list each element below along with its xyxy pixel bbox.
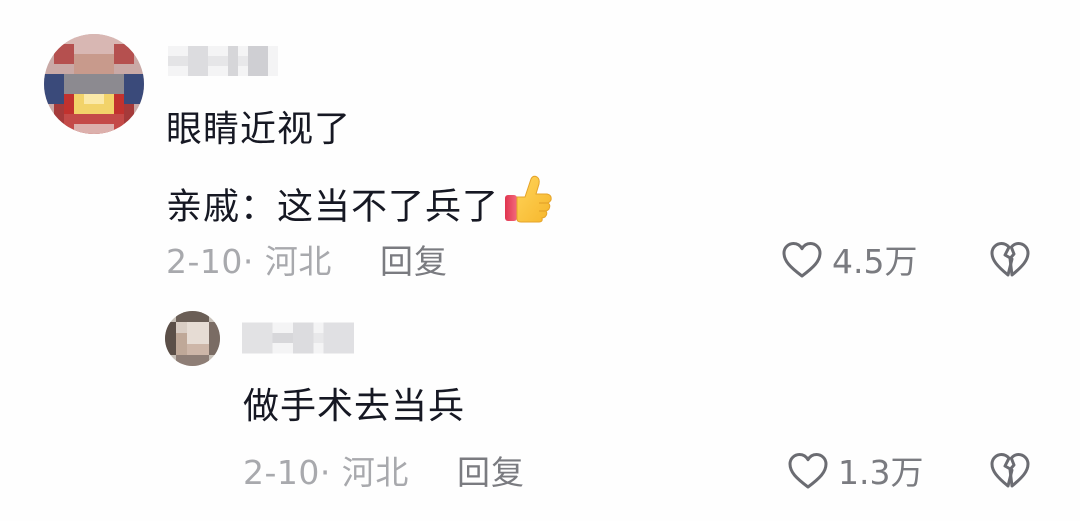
comment-like-count: 4.5万 [832,242,918,281]
broken-heart-icon [988,453,1032,495]
comment-reply-button[interactable]: 回复 [380,242,448,282]
reply-like-button[interactable]: 1.3万 [786,451,923,495]
comment-text-line-1: 眼睛近视了 [166,109,352,150]
comment-avatar[interactable] [44,34,144,134]
comment-like-button[interactable]: 4.5万 [780,240,917,284]
broken-heart-icon [988,242,1032,284]
reply-avatar[interactable] [165,311,220,366]
reply-text: 做手术去当兵 [243,386,466,427]
reply-date-location: 2-10· 河北 [243,453,409,492]
blurred-username-image [168,46,278,76]
reply-dislike-button[interactable] [988,451,1032,495]
reply-like-count: 1.3万 [838,453,924,492]
heart-outline-icon [786,451,830,495]
thumbs-up-icon [503,173,555,236]
reply-username-blurred[interactable] [242,321,354,355]
comment-date-location: 2-10· 河北 [166,242,332,281]
avatar-pixelated-image [44,34,144,134]
heart-outline-icon [780,240,824,284]
comment-username-blurred[interactable] [168,44,278,78]
reply-avatar-pixelated-image [165,311,220,366]
reply-reply-button[interactable]: 回复 [457,453,525,493]
comment-text-line-2-wrapper: 亲戚：这当不了兵了 [166,175,555,240]
reply-blurred-username-image [242,322,354,354]
comment-dislike-button[interactable] [988,240,1032,284]
comment-text-line-2: 亲戚：这当不了兵了 [166,186,500,228]
